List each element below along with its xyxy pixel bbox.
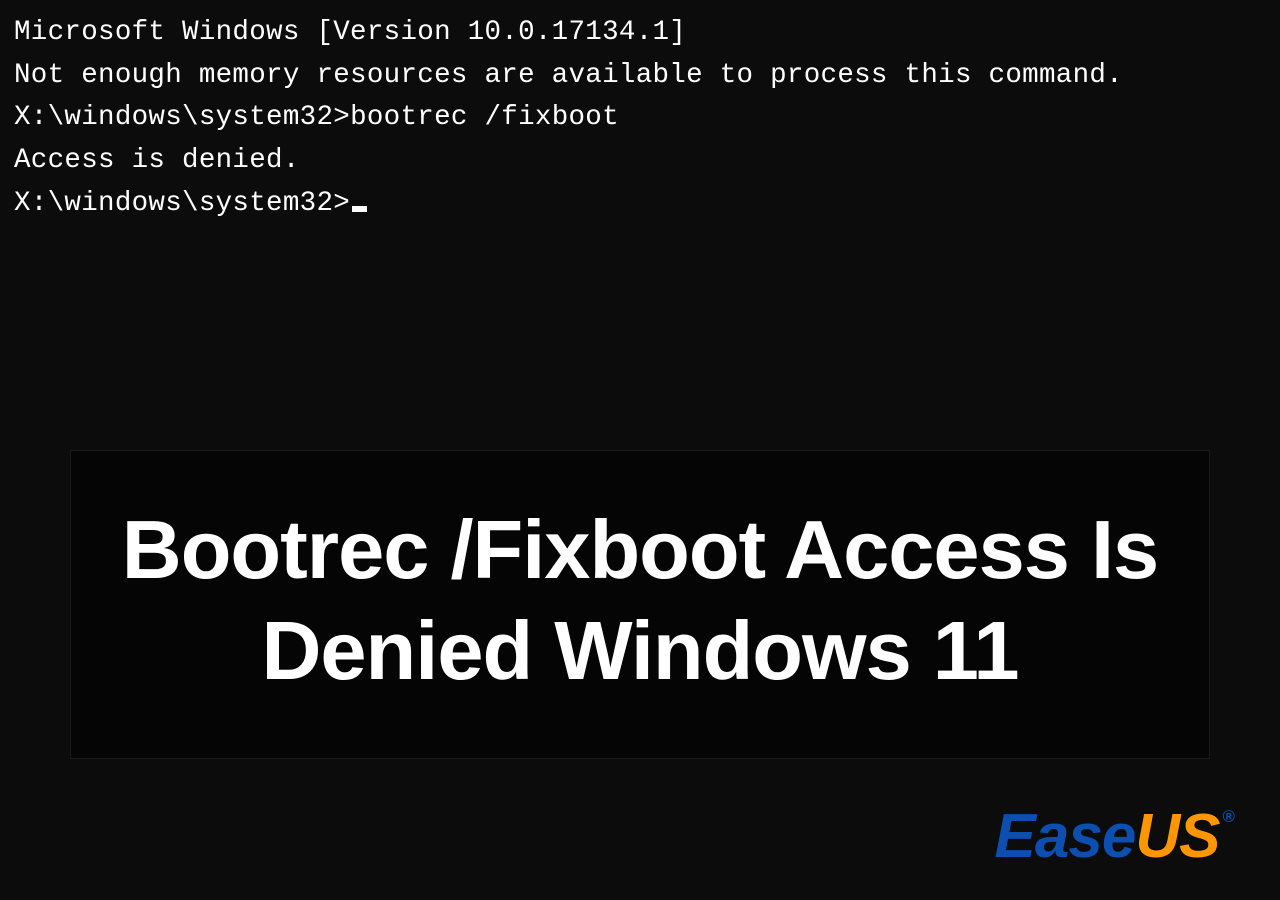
version-line: Microsoft Windows [Version 10.0.17134.1] — [14, 12, 1266, 55]
cursor-icon — [352, 206, 367, 212]
terminal-output: Microsoft Windows [Version 10.0.17134.1]… — [0, 0, 1280, 237]
brand-part-ease: Ease — [995, 801, 1136, 872]
overlay-title-line2: Denied Windows 11 — [111, 600, 1169, 701]
access-denied-line: Access is denied. — [14, 140, 1266, 183]
prompt-prefix: X:\windows\system32> — [14, 102, 350, 133]
prompt-prefix: X:\windows\system32> — [14, 188, 350, 219]
current-prompt-line[interactable]: X:\windows\system32> — [14, 183, 1266, 226]
memory-error-line: Not enough memory resources are availabl… — [14, 55, 1266, 98]
command-text: bootrec /fixboot — [350, 102, 619, 133]
command-prompt-line[interactable]: X:\windows\system32>bootrec /fixboot — [14, 97, 1266, 140]
title-overlay: Bootrec /Fixboot Access Is Denied Window… — [70, 450, 1210, 759]
registered-icon: ® — [1222, 807, 1235, 827]
brand-part-us: US — [1135, 801, 1219, 872]
overlay-heading: Bootrec /Fixboot Access Is Denied Window… — [111, 499, 1169, 702]
brand-logo: EaseUS® — [995, 801, 1232, 872]
overlay-title-line1: Bootrec /Fixboot Access Is — [111, 499, 1169, 600]
